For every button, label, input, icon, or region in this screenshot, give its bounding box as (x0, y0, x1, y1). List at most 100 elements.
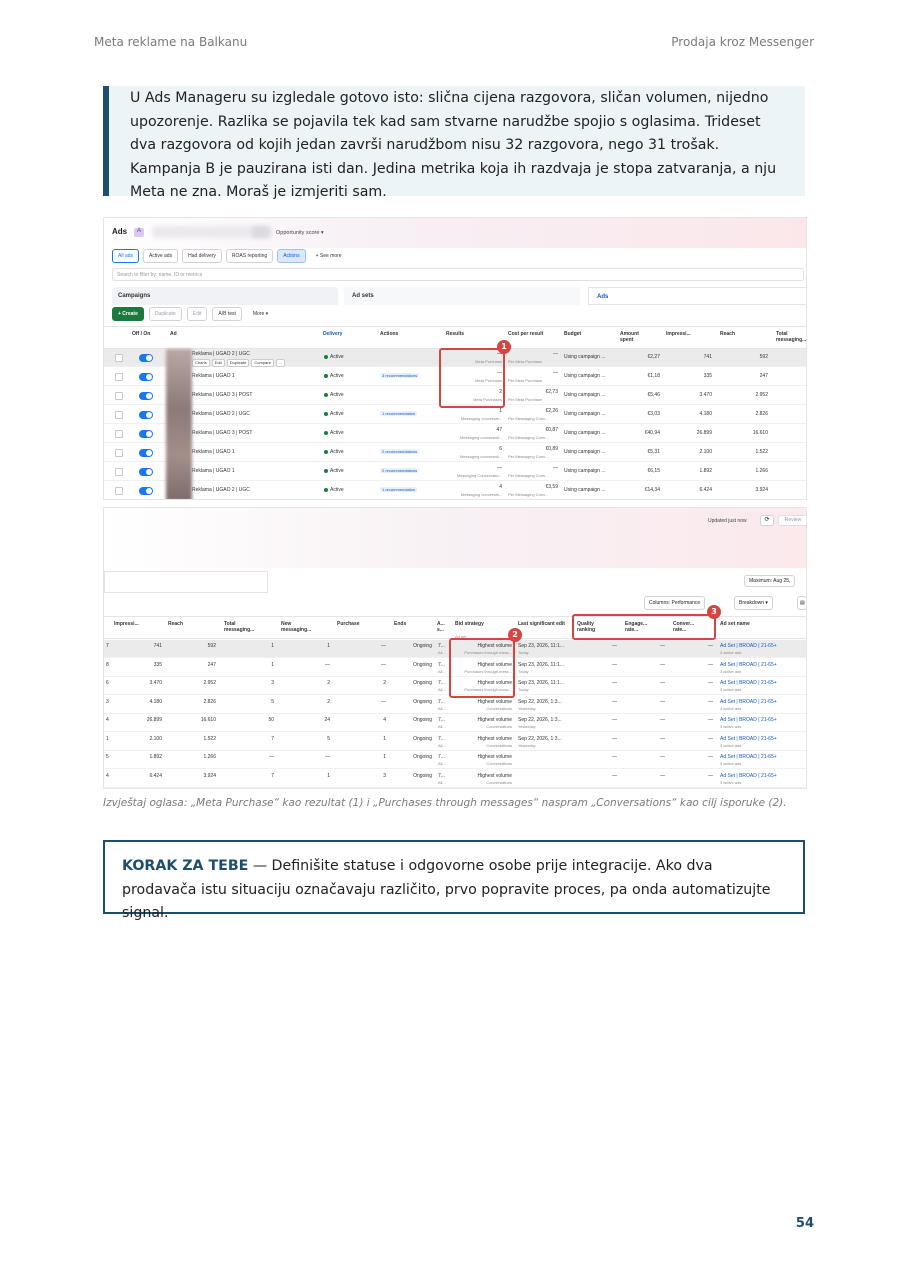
more-button[interactable]: More ▾ (246, 307, 275, 321)
ad-set-name-link[interactable]: Ad Set | BROAD | 21-65+ (720, 773, 777, 779)
table-row[interactable]: 3 4.180 2.826 5 2 — Ongoing 7... All... Highest v… (104, 696, 806, 714)
row-checkbox[interactable] (115, 392, 123, 400)
ad-name[interactable]: Reklama | UGAO 2 | UGC (192, 351, 250, 357)
ad-name[interactable]: Reklama | UGAO 3 | POST (192, 430, 252, 436)
table-row[interactable]: Reklama | UGAO 1 Active 2 recommendations 6… (104, 444, 806, 462)
ad-set-name-link[interactable]: Ad Set | BROAD | 21-65+ (720, 736, 777, 742)
row-toggle[interactable] (139, 411, 153, 419)
recommendations-link[interactable]: 2 recommendations (380, 468, 420, 474)
recommendations-link[interactable]: 1 recommendation (380, 411, 418, 417)
edit-button[interactable]: Edit (186, 307, 208, 321)
col-results[interactable]: Results (446, 331, 464, 337)
filter-all-ads[interactable]: All ads (112, 249, 140, 263)
row-checkbox[interactable] (115, 411, 123, 419)
table-row[interactable]: 4 6.424 3.924 7 1 3 Ongoing 7... All... Highest v… (104, 770, 806, 788)
table-row[interactable]: Reklama | UGAO 1 Active 2 recommendations —… (104, 463, 806, 481)
row-checkbox[interactable] (115, 468, 123, 476)
ad-name[interactable]: Reklama | UGAO 2 | UGC (192, 487, 250, 493)
date-range-chip[interactable]: Maximum: Aug 25, (744, 575, 796, 587)
duplicate-button[interactable]: Duplicate (148, 307, 182, 321)
row-toggle[interactable] (139, 487, 153, 495)
col-ad-set[interactable]: A... s... (437, 621, 447, 633)
col-off-on[interactable]: Off / On (132, 331, 150, 337)
row-toggle[interactable] (139, 354, 153, 362)
col-last-edit[interactable]: Last significant edit (518, 621, 568, 627)
row-toggle[interactable] (139, 373, 153, 381)
col-delivery[interactable]: Delivery (323, 331, 342, 337)
col-bid-strategy[interactable]: Bid strategy (455, 621, 484, 627)
ad-name[interactable]: Reklama | UGAO 1 (192, 449, 235, 455)
table-row[interactable]: 4 26.899 16.610 50 24 4 Ongoing 7... All... Highe… (104, 714, 806, 732)
col-budget[interactable]: Budget (564, 331, 581, 337)
col-cost-per-result[interactable]: Cost per result (508, 331, 544, 337)
hover-action-0[interactable]: Charts (192, 359, 210, 367)
table-row[interactable]: Reklama | UGAO 2 | UGC Active 1 recommenda… (104, 482, 806, 499)
export-icon[interactable]: ▤ (797, 596, 806, 610)
ad-set-name-link[interactable]: Ad Set | BROAD | 21-65+ (720, 699, 777, 705)
col-reach[interactable]: Reach (168, 621, 183, 627)
columns-chip[interactable]: Columns: Performance (644, 596, 706, 610)
hover-action-1[interactable]: Edit (211, 359, 225, 367)
ad-set-name-link[interactable]: Ad Set | BROAD | 21-65+ (720, 754, 777, 760)
row-checkbox[interactable] (115, 430, 123, 438)
row-toggle[interactable] (139, 449, 153, 457)
create-button[interactable]: + Create (112, 307, 144, 321)
recommendations-label[interactable]: 2 recommendations (380, 468, 420, 473)
ad-name[interactable]: Reklama | UGAO 1 (192, 373, 235, 379)
col-ad[interactable]: Ad (170, 331, 177, 337)
hover-action-4[interactable]: ... (275, 359, 286, 367)
breakdown-chip[interactable]: Breakdown ▾ (734, 596, 773, 610)
row-toggle[interactable] (139, 392, 153, 400)
table-row[interactable]: Reklama | UGAO 3 | POST Active 47 Messaging… (104, 425, 806, 443)
col-reach[interactable]: Reach (720, 331, 735, 337)
col-purchase[interactable]: Purchase (337, 621, 360, 627)
recommendations-label[interactable]: 1 recommendation (380, 411, 418, 416)
tab-ads[interactable]: Ads (588, 287, 806, 305)
ad-name[interactable]: Reklama | UGAO 1 (192, 468, 235, 474)
row-checkbox[interactable] (115, 373, 123, 381)
row-checkbox[interactable] (115, 449, 123, 457)
ad-set-name-link[interactable]: Ad Set | BROAD | 21-65+ (720, 717, 777, 723)
col-new-messaging[interactable]: New messaging... (281, 621, 317, 633)
row-toggle[interactable] (139, 430, 153, 438)
col-impressions[interactable]: Impressi... (114, 621, 139, 627)
recommendations-label[interactable]: 1 recommendation (380, 487, 418, 492)
col-amount-spent[interactable]: Amount spent (620, 331, 650, 343)
ad-set-name-link[interactable]: Ad Set | BROAD | 21-65+ (720, 643, 777, 649)
tab-campaigns[interactable]: Campaigns (112, 287, 338, 305)
filter-roas[interactable]: ROAS reporting (225, 249, 274, 263)
col-total-messaging[interactable]: Total messaging... (776, 331, 806, 343)
hover-action-2[interactable]: Duplicate (226, 359, 250, 367)
col-ad-set-name[interactable]: Ad set name (720, 621, 750, 627)
col-impressions[interactable]: Impressi... (666, 331, 691, 337)
col-total-messaging[interactable]: Total messaging... (224, 621, 260, 633)
tab-ad-sets[interactable]: Ad sets (344, 287, 580, 305)
recommendations-link[interactable]: 2 recommendations (380, 449, 420, 455)
filter-had-delivery[interactable]: Had delivery (182, 249, 222, 263)
ad-name[interactable]: Reklama | UGAO 2 | UGC (192, 411, 250, 417)
row-checkbox[interactable] (115, 354, 123, 362)
recommendations-link[interactable]: 1 recommendation (380, 487, 418, 493)
recommendations-link[interactable]: 3 recommendations (380, 373, 420, 379)
recommendations-label[interactable]: 2 recommendations (380, 449, 420, 454)
review-button[interactable]: Review (778, 515, 806, 526)
ab-test-button[interactable]: A/B test (212, 307, 242, 321)
table-row[interactable]: 1 2.100 1.522 7 5 1 Ongoing 7... All... Highest v… (104, 733, 806, 751)
search-input[interactable]: Search to filter by: name, ID or metrics (112, 268, 804, 281)
hover-action-3[interactable]: Compare (251, 359, 274, 367)
row-checkbox[interactable] (115, 487, 123, 495)
filter-actions[interactable]: Actions (277, 249, 306, 263)
recommendations-label[interactable]: 3 recommendations (380, 373, 420, 378)
table-row[interactable]: Reklama | UGAO 2 | UGC Active 1 recommenda… (104, 406, 806, 424)
ad-set-name-link[interactable]: Ad Set | BROAD | 21-65+ (720, 680, 777, 686)
filter-see-more[interactable]: + See more (309, 249, 348, 263)
opportunity-score[interactable]: Opportunity score ▾ (276, 230, 324, 236)
refresh-icon[interactable]: ⟳ (760, 515, 774, 526)
row-toggle[interactable] (139, 468, 153, 476)
filter-active-ads[interactable]: Active ads (143, 249, 179, 263)
ad-name[interactable]: Reklama | UGAO 3 | POST (192, 392, 252, 398)
table-row[interactable]: 5 1.892 1.266 — — 1 Ongoing 7... All... Highest v… (104, 751, 806, 769)
ad-set-name-link[interactable]: Ad Set | BROAD | 21-65+ (720, 662, 777, 668)
col-ends[interactable]: Ends (394, 621, 406, 627)
col-actions[interactable]: Actions (380, 331, 398, 337)
